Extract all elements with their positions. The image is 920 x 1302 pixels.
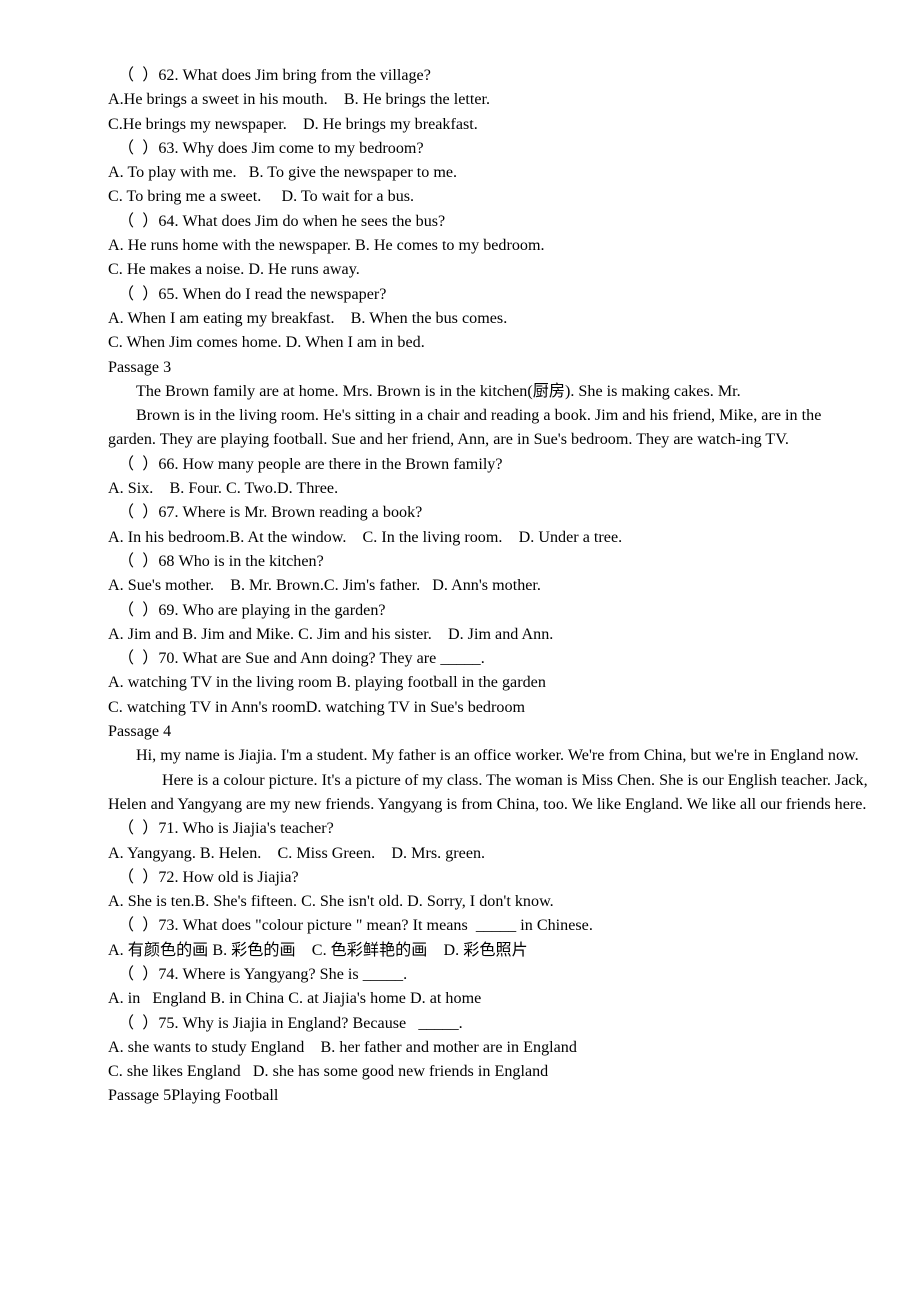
question-line: （ ）71. Who is Jiajia's teacher? <box>118 820 334 838</box>
question-line: （ ）62. What does Jim bring from the vill… <box>118 67 431 84</box>
answer-options-line: C. He makes a noise. D. He runs away. <box>108 261 360 279</box>
worksheet-text-body: （ ）62. What does Jim bring from the vill… <box>108 64 873 1109</box>
answer-options-line: A. When I am eating my breakfast. B. Whe… <box>108 309 508 327</box>
answer-options-line: A. She is ten.B. She's fifteen. C. She i… <box>108 893 554 911</box>
question-line: （ ）65. When do I read the newspaper? <box>118 285 387 303</box>
answer-options-line: A. she wants to study England B. her fat… <box>108 1038 577 1056</box>
question-line: （ ）73. What does "colour picture " mean?… <box>118 917 593 935</box>
passage-paragraph: Brown is in the living room. He's sittin… <box>108 407 826 449</box>
question-line: （ ）66. How many people are there in the … <box>118 455 503 473</box>
answer-options-line: A. He runs home with the newspaper. B. H… <box>108 237 545 255</box>
answer-options-line: A. in England B. in China C. at Jiajia's… <box>108 990 482 1008</box>
answer-options-line: A.He brings a sweet in his mouth. B. He … <box>108 91 491 109</box>
question-line: （ ）74. Where is Yangyang? She is _____. <box>118 965 408 983</box>
question-line: （ ）68 Who is in the kitchen? <box>118 552 324 570</box>
question-line: （ ）69. Who are playing in the garden? <box>118 601 386 619</box>
passage-heading: Passage 4 <box>108 723 172 741</box>
question-line: （ ）64. What does Jim do when he sees the… <box>118 212 446 230</box>
passage-paragraph: The Brown family are at home. Mrs. Brown… <box>136 382 741 400</box>
question-line: （ ）63. Why does Jim come to my bedroom? <box>118 139 424 157</box>
answer-options-line: C. watching TV in Ann's roomD. watching … <box>108 698 526 716</box>
answer-options-line: A. In his bedroom.B. At the window. C. I… <box>108 528 623 546</box>
passage-paragraph: Hi, my name is Jiajia. I'm a student. My… <box>136 747 859 765</box>
question-line: （ ）70. What are Sue and Ann doing? They … <box>118 650 485 668</box>
answer-options-line: A. 有颜色的画 B. 彩色的画 C. 色彩鲜艳的画 D. 彩色照片 <box>108 941 528 959</box>
passage-paragraph: Here is a colour picture. It's a picture… <box>108 771 872 813</box>
question-line: （ ）75. Why is Jiajia in England? Because… <box>118 1014 463 1032</box>
question-line: （ ）72. How old is Jiajia? <box>118 868 299 886</box>
answer-options-line: C. When Jim comes home. D. When I am in … <box>108 334 425 352</box>
answer-options-line: A. watching TV in the living room B. pla… <box>108 674 546 692</box>
answer-options-line: C.He brings my newspaper. D. He brings m… <box>108 115 478 133</box>
answer-options-line: C. To bring me a sweet. D. To wait for a… <box>108 188 415 206</box>
answer-options-line: A. To play with me. B. To give the newsp… <box>108 164 458 182</box>
passage-heading: Passage 3 <box>108 358 172 376</box>
answer-options-line: A. Six. B. Four. C. Two.D. Three. <box>108 480 339 498</box>
document-page: （ ）62. What does Jim bring from the vill… <box>0 0 920 1302</box>
answer-options-line: A. Sue's mother. B. Mr. Brown.C. Jim's f… <box>108 577 541 595</box>
answer-options-line: C. she likes England D. she has some goo… <box>108 1063 549 1081</box>
answer-options-line: A. Jim and B. Jim and Mike. C. Jim and h… <box>108 625 554 643</box>
passage-heading: Passage 5Playing Football <box>108 1087 279 1105</box>
answer-options-line: A. Yangyang. B. Helen. C. Miss Green. D.… <box>108 844 486 862</box>
question-line: （ ）67. Where is Mr. Brown reading a book… <box>118 504 423 522</box>
